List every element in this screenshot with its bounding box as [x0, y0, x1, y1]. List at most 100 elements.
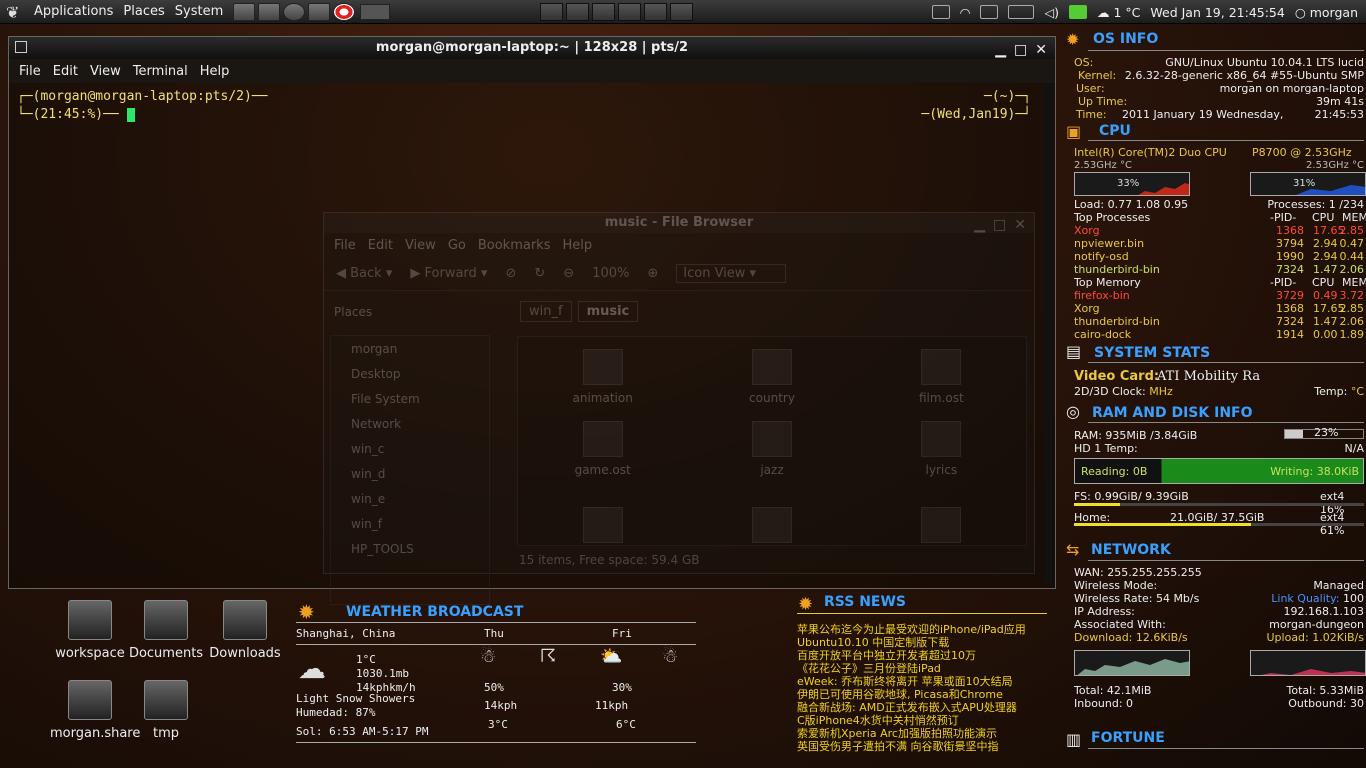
menu-edit[interactable]: Edit	[53, 64, 78, 79]
os-label: OS:	[1074, 56, 1094, 69]
status-bar: 15 items, Free space: 59.4 GB	[519, 553, 700, 567]
file-browser-titlebar[interactable]: music - File Browser ▁ □ ✕	[324, 213, 1034, 233]
process-pid: 1914	[1276, 328, 1304, 341]
desktop-icon-downloads[interactable]: Downloads	[205, 600, 285, 661]
folder-item[interactable]: jazz	[687, 409, 856, 481]
folder-item[interactable]: animation	[518, 337, 687, 409]
menu-terminal[interactable]: Terminal	[133, 64, 188, 79]
volume-icon[interactable]: ◁)	[1044, 5, 1059, 20]
taskbar-window[interactable]	[566, 2, 590, 21]
place-item[interactable]: win_d	[331, 461, 489, 486]
menu-places[interactable]: Places	[123, 4, 164, 19]
scrollbar[interactable]	[1045, 83, 1053, 583]
menu-help[interactable]: Help	[562, 238, 592, 253]
folder-item[interactable]	[518, 481, 687, 553]
folder-item[interactable]: lyrics	[857, 409, 1026, 481]
taskbar-window[interactable]	[644, 2, 668, 21]
help-icon[interactable]	[333, 2, 356, 21]
crumb-win-f[interactable]: win_f	[520, 301, 572, 322]
rss-item[interactable]: 英国受伤男子遭拍不满 向谷歌街景坚中指	[797, 738, 1057, 754]
place-item[interactable]: HP_TOOLS	[331, 536, 489, 561]
processes-value: 1 /234	[1328, 198, 1364, 211]
minimize-icon[interactable]: ▁	[995, 39, 1006, 61]
launcher-icon[interactable]	[283, 2, 306, 21]
cpu2-freq: 2.53GHz °C	[1306, 160, 1364, 171]
place-item[interactable]: morgan	[331, 336, 489, 361]
keyboard-icon[interactable]	[980, 5, 999, 19]
menu-help[interactable]: Help	[200, 64, 230, 79]
folder-item[interactable]: country	[687, 337, 856, 409]
close-icon[interactable]: ✕	[1035, 39, 1047, 61]
menu-view[interactable]: View	[90, 64, 121, 79]
folder-item[interactable]: game.ost	[518, 409, 687, 481]
total-upload: Total: 5.33MiB	[1286, 684, 1364, 697]
taskbar-window[interactable]	[618, 2, 642, 21]
process-cpu: 1.47	[1313, 263, 1338, 276]
launcher-icon[interactable]	[308, 2, 331, 21]
desktop-icon-morgan-share[interactable]: morgan.share	[50, 680, 140, 741]
place-item[interactable]: win_c	[331, 436, 489, 461]
user-menu[interactable]: ○ morgan	[1295, 5, 1358, 20]
window-button[interactable]	[360, 3, 391, 20]
process-name: npviewer.bin	[1074, 237, 1145, 250]
taskbar-window[interactable]	[540, 2, 564, 21]
places-header[interactable]: Places	[334, 305, 372, 319]
menu-go[interactable]: Go	[448, 238, 466, 253]
folder-item[interactable]: film.ost	[857, 337, 1026, 409]
clock-label-text: 2D/3D Clock:	[1074, 385, 1146, 398]
temp-day1: 3°C	[488, 718, 508, 731]
file-grid[interactable]: animation country film.ost game.ost jazz…	[517, 336, 1027, 546]
battery-icon[interactable]	[1008, 5, 1035, 19]
menu-edit[interactable]: Edit	[368, 238, 393, 253]
taskbar-window[interactable]	[670, 2, 694, 21]
stop-icon[interactable]: ⊘	[505, 266, 516, 281]
cpu2-pct: 31%	[1293, 178, 1316, 189]
back-button[interactable]: ◀ Back ▾	[336, 266, 392, 281]
folder-label: film.ost	[918, 391, 964, 405]
desktop-icon-documents[interactable]: Documents	[126, 600, 206, 661]
folder-item[interactable]	[857, 481, 1026, 553]
gnome-foot-icon[interactable]: ❦	[6, 3, 28, 22]
folder-item[interactable]	[687, 481, 856, 553]
fs-bar	[1074, 503, 1364, 506]
place-item[interactable]: Network	[331, 411, 489, 436]
kernel-label: Kernel:	[1078, 69, 1117, 82]
taskbar-window[interactable]	[592, 2, 616, 21]
forward-button[interactable]: ▶ Forward ▾	[410, 266, 487, 281]
weather-temp[interactable]: ☁ 1 °C	[1097, 5, 1140, 20]
desktop-icon-workspace[interactable]: workspace	[50, 600, 130, 661]
fs-type: ext4	[1320, 490, 1345, 503]
terminal-titlebar[interactable]: morgan@morgan-laptop:~ | 128x28 | pts/2 …	[9, 37, 1055, 59]
close-icon[interactable]: ✕	[1014, 215, 1026, 235]
launcher-icon[interactable]	[258, 2, 281, 21]
menu-view[interactable]: View	[405, 238, 436, 253]
menu-file[interactable]: File	[334, 238, 356, 253]
menu-applications[interactable]: Applications	[34, 4, 113, 19]
zoom-out-icon[interactable]: ⊖	[563, 266, 574, 281]
mail-icon[interactable]	[931, 5, 950, 19]
desktop-icon-tmp[interactable]: tmp	[126, 680, 206, 741]
maximize-icon[interactable]: □	[993, 215, 1006, 235]
place-item[interactable]: File System	[331, 386, 489, 411]
view-select[interactable]: Icon View ▾	[676, 264, 787, 283]
place-item[interactable]: Desktop	[331, 361, 489, 386]
maximize-icon[interactable]: □	[1014, 39, 1027, 61]
crumb-music[interactable]: music	[577, 301, 639, 322]
window-menu-icon[interactable]	[15, 41, 27, 53]
reload-icon[interactable]: ↻	[534, 266, 545, 281]
place-item[interactable]: win_e	[331, 486, 489, 511]
clock[interactable]: Wed Jan 19, 21:45:54	[1150, 5, 1284, 20]
file-browser-window[interactable]: music - File Browser ▁ □ ✕ File Edit Vie…	[323, 212, 1035, 605]
place-item[interactable]: win_f	[331, 511, 489, 536]
wifi-icon[interactable]: ◠	[960, 5, 971, 20]
process-cpu: 2.94	[1313, 237, 1338, 250]
menu-bookmarks[interactable]: Bookmarks	[478, 238, 551, 253]
network-status-icon[interactable]	[1068, 5, 1087, 19]
launcher-icon[interactable]	[233, 2, 256, 21]
upload-speed: Upload: 1.02KiB/s	[1266, 631, 1365, 644]
menu-file[interactable]: File	[19, 64, 41, 79]
file-browser-title: music - File Browser	[604, 215, 754, 230]
menu-system[interactable]: System	[175, 4, 223, 19]
zoom-in-icon[interactable]: ⊕	[647, 266, 658, 281]
minimize-icon[interactable]: ▁	[974, 215, 985, 235]
